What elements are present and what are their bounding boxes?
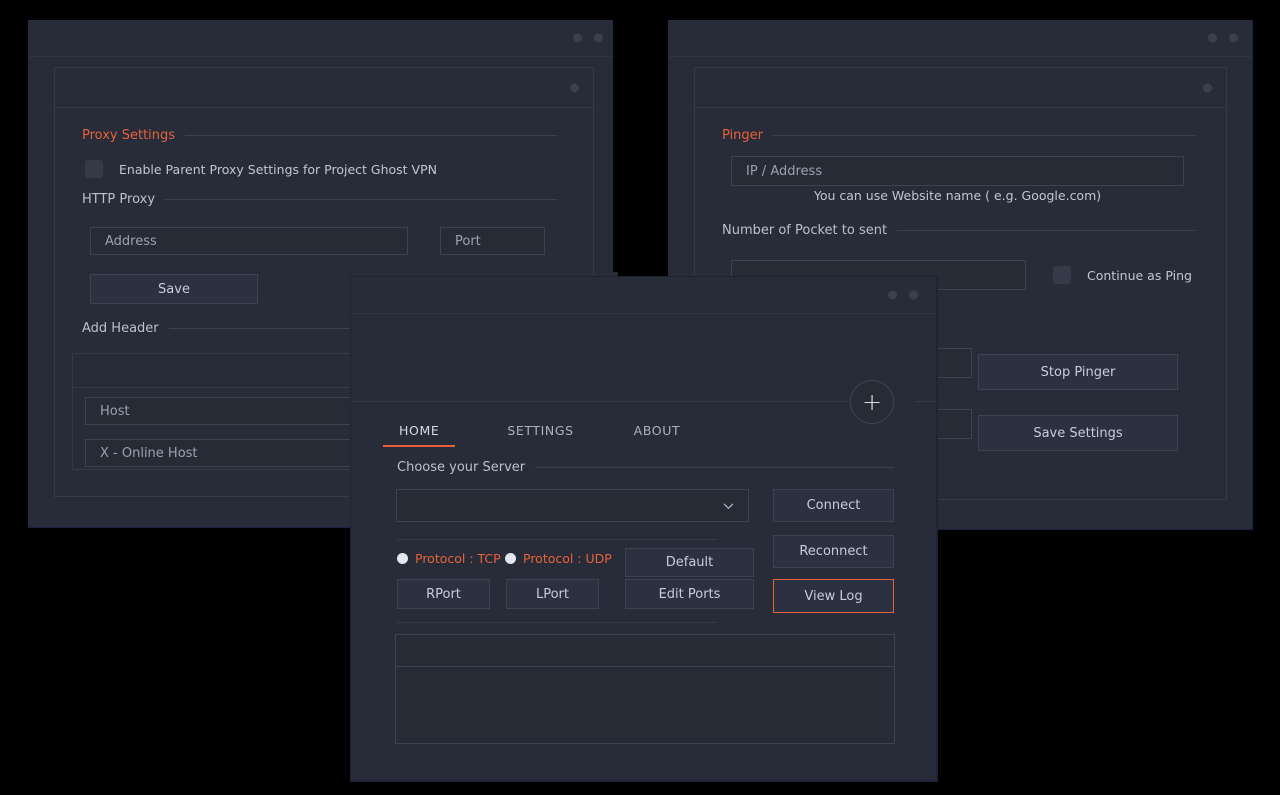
chevron-down-icon [723,503,734,509]
save-settings-button[interactable]: Save Settings [978,415,1178,451]
ports-divider-bottom [397,622,717,623]
enable-parent-proxy-checkbox[interactable] [85,160,103,178]
packets-label: Number of Pocket to sent [722,223,888,238]
log-output-header [396,635,894,667]
proxy-save-label: Save [158,281,190,297]
pinger-ip-placeholder: IP / Address [746,163,823,179]
plus-icon: + [861,388,883,416]
log-output-text [396,667,894,683]
packets-section-header: Number of Pocket to sent [722,223,1195,238]
view-log-label: View Log [804,588,863,604]
pinger-ip-input[interactable]: IP / Address [731,156,1184,186]
stop-pinger-button[interactable]: Stop Pinger [978,354,1178,390]
reconnect-button[interactable]: Reconnect [773,535,894,568]
add-divider-left [351,401,849,402]
main-window-controls[interactable] [888,290,918,300]
proxy-panel-header [55,68,593,108]
server-section-label: Choose your Server [397,460,526,475]
connect-label: Connect [806,498,861,513]
proxy-settings-label: Proxy Settings [82,128,176,143]
add-server-button[interactable]: + [850,380,894,424]
main-window-titlebar[interactable] [351,277,936,314]
stop-pinger-label: Stop Pinger [1040,364,1116,380]
section-rule [185,135,557,136]
minimize-dot-icon[interactable] [1208,33,1217,43]
continue-as-ping-row[interactable]: Continue as Ping [1053,266,1192,284]
enable-parent-proxy-row[interactable]: Enable Parent Proxy Settings for Project… [85,160,437,178]
section-rule [897,230,1195,231]
tab-settings[interactable]: SETTINGS [507,423,573,447]
protocol-udp-radio[interactable] [505,553,516,564]
continue-as-ping-checkbox[interactable] [1053,266,1071,284]
rport-button[interactable]: RPort [397,579,490,609]
tab-home-label: HOME [399,423,440,438]
lport-label: LPort [535,586,569,602]
proxy-port-placeholder: Port [455,233,481,249]
proxy-address-placeholder: Address [105,233,157,249]
protocol-tcp-radio[interactable] [397,553,408,564]
proxy-save-button[interactable]: Save [90,274,258,304]
pinger-panel-header [695,68,1226,108]
close-dot-icon[interactable] [1229,33,1238,43]
enable-parent-proxy-label: Enable Parent Proxy Settings for Project… [119,161,437,177]
connect-button[interactable]: Connect [773,489,894,522]
proxy-port-input[interactable]: Port [440,227,545,255]
pinger-window-titlebar[interactable] [668,20,1252,57]
protocol-divider-top [397,539,717,540]
pinger-hint-text: You can use Website name ( e.g. Google.c… [731,188,1184,203]
log-output-box[interactable] [395,634,895,744]
main-tabs[interactable]: HOME SETTINGS ABOUT [382,423,681,447]
main-window: + HOME SETTINGS ABOUT Choose your Server… [351,277,937,781]
protocol-udp-option[interactable]: Protocol : UDP [505,551,612,566]
pinger-label: Pinger [722,128,763,143]
http-proxy-section-header: HTTP Proxy [82,192,557,207]
protocol-udp-label: Protocol : UDP [523,551,612,566]
section-rule [535,467,894,468]
server-section-header: Choose your Server [397,460,894,475]
pinger-panel-dot-icon[interactable] [1203,83,1212,92]
tab-about-label: ABOUT [633,423,681,438]
default-button[interactable]: Default [625,548,754,577]
lport-button[interactable]: LPort [506,579,599,609]
add-divider-right [915,401,937,402]
close-dot-icon[interactable] [594,33,603,43]
edit-ports-button[interactable]: Edit Ports [625,579,754,609]
server-select[interactable] [396,489,749,522]
protocol-tcp-option[interactable]: Protocol : TCP [397,551,501,566]
header-row-value: Host [100,403,130,419]
section-rule [165,199,557,200]
add-header-label: Add Header [82,321,159,336]
close-dot-icon[interactable] [909,290,918,300]
pinger-hint-label: You can use Website name ( e.g. Google.c… [813,188,1102,203]
continue-as-ping-label: Continue as Ping [1087,267,1192,283]
view-log-button[interactable]: View Log [773,579,894,613]
edit-ports-label: Edit Ports [658,586,721,602]
rport-label: RPort [426,586,461,602]
protocol-tcp-label: Protocol : TCP [415,551,501,566]
save-settings-label: Save Settings [1033,425,1123,441]
proxy-panel-dot-icon[interactable] [570,83,579,92]
pinger-window-controls[interactable] [1208,33,1238,43]
pinger-section-header: Pinger [722,128,1195,143]
http-proxy-label: HTTP Proxy [82,192,156,207]
minimize-dot-icon[interactable] [888,290,897,300]
reconnect-label: Reconnect [799,544,868,559]
tab-settings-label: SETTINGS [507,423,574,438]
tab-about[interactable]: ABOUT [634,423,681,447]
section-rule [773,135,1195,136]
minimize-dot-icon[interactable] [573,33,582,43]
desktop-background-gap [613,20,668,272]
header-row-value: X - Online Host [100,445,198,461]
tab-home[interactable]: HOME [382,423,456,447]
proxy-address-input[interactable]: Address [90,227,408,255]
proxy-window-controls[interactable] [573,33,603,43]
default-label: Default [665,555,714,570]
proxy-window-titlebar[interactable] [28,20,617,57]
proxy-settings-section-header: Proxy Settings [82,128,557,143]
